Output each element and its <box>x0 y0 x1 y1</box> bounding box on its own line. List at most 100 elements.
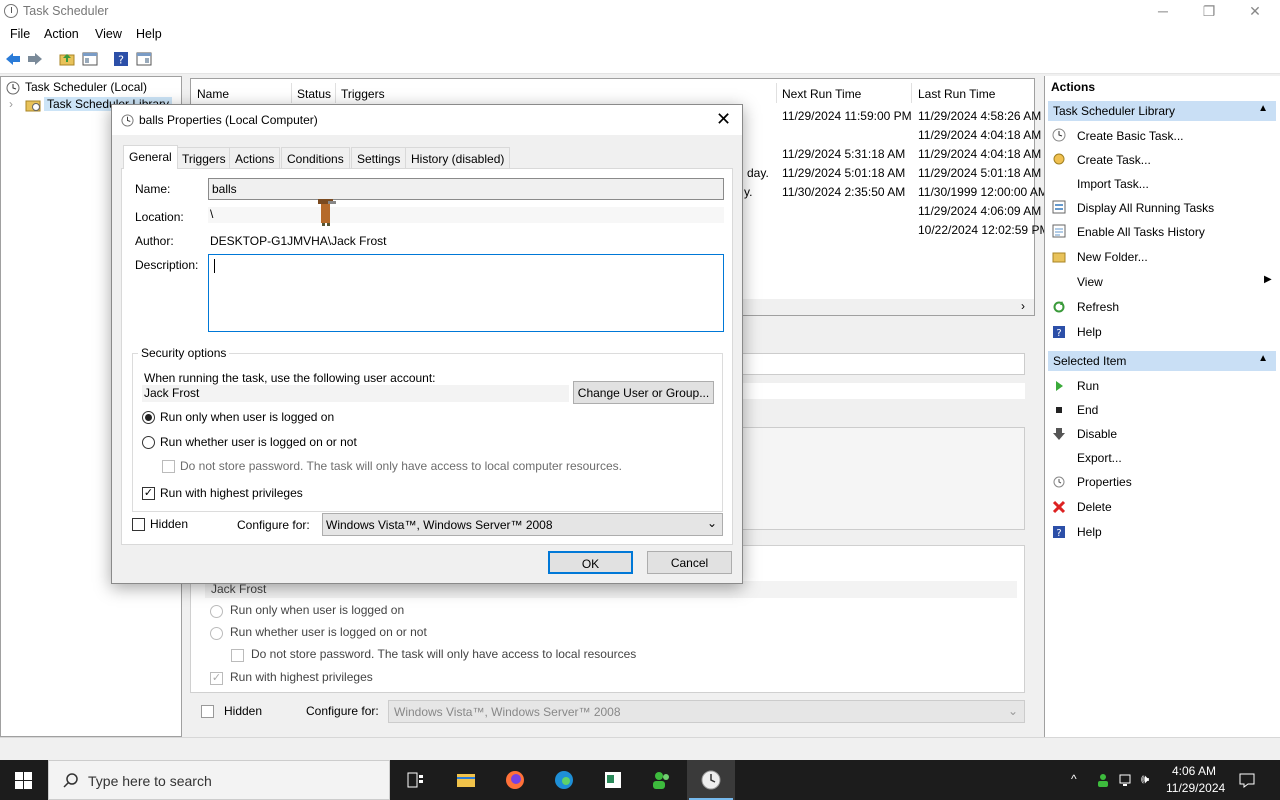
help-icon: ? <box>1053 326 1065 339</box>
selected-item-header[interactable]: Selected Item ▲ <box>1048 351 1276 371</box>
task-view-icon[interactable] <box>407 772 425 788</box>
firefox-icon <box>506 771 524 789</box>
bg-radio-whether <box>210 627 223 640</box>
configure-select[interactable]: Windows Vista™, Windows Server™ 2008 ⌄ <box>322 513 723 536</box>
menu-file[interactable]: File <box>10 27 30 41</box>
action-run[interactable]: Run <box>1077 379 1099 393</box>
radio-whether[interactable] <box>142 436 155 449</box>
properties-icon <box>1053 476 1065 488</box>
edge-app[interactable] <box>540 760 588 800</box>
row1-next: 11/29/2024 11:59:00 PM <box>782 109 912 123</box>
tab-history[interactable]: History (disabled) <box>405 147 511 168</box>
dialog-close-button[interactable]: ✕ <box>716 109 731 129</box>
tree-root-label[interactable]: Task Scheduler (Local) <box>25 80 147 94</box>
action-properties[interactable]: Properties <box>1077 475 1132 489</box>
configure-label: Configure for: <box>237 518 310 532</box>
menu-action[interactable]: Action <box>44 27 79 41</box>
forward-arrow-icon[interactable] <box>27 51 43 67</box>
tab-settings[interactable]: Settings <box>351 147 407 168</box>
bg-account: Jack Frost <box>211 582 267 596</box>
show-hide-console-tree-icon[interactable] <box>82 51 98 67</box>
close-button[interactable]: ✕ <box>1232 0 1278 24</box>
action-help-selected[interactable]: Help <box>1077 525 1102 539</box>
volume-icon[interactable]: 🕪 <box>1141 771 1149 787</box>
show-hidden-icons-chevron-icon[interactable]: ^ <box>1071 772 1077 786</box>
taskbar-search[interactable]: Type here to search <box>48 760 390 800</box>
cancel-button[interactable]: Cancel <box>647 551 732 574</box>
column-last-run[interactable]: Last Run Time <box>918 87 995 101</box>
svg-text:?: ? <box>1056 528 1061 539</box>
column-triggers[interactable]: Triggers <box>341 87 385 101</box>
restore-button[interactable]: ❐ <box>1186 0 1232 24</box>
task-scheduler-app[interactable] <box>687 760 735 800</box>
file-explorer-app[interactable] <box>442 760 490 800</box>
bg-hidden-label: Hidden <box>224 704 263 718</box>
bg-configure-select: Windows Vista™, Windows Server™ 2008 ⌄ <box>388 700 1025 723</box>
show-hide-action-pane-icon[interactable] <box>136 51 152 67</box>
radio-logged-on-label[interactable]: Run only when user is logged on <box>160 410 334 424</box>
action-help[interactable]: Help <box>1077 325 1102 339</box>
action-disable[interactable]: Disable <box>1077 427 1117 441</box>
window-app-icon <box>605 772 621 788</box>
clock-icon <box>6 81 20 95</box>
action-display-running[interactable]: Display All Running Tasks <box>1077 201 1214 215</box>
actions-title: Actions <box>1051 80 1096 94</box>
expand-chevron-icon[interactable]: › <box>9 97 13 111</box>
scroll-right-icon[interactable]: › <box>1021 299 1025 313</box>
notepad-app[interactable] <box>589 760 637 800</box>
action-view[interactable]: View <box>1077 275 1103 289</box>
description-textarea[interactable] <box>208 254 724 332</box>
action-delete[interactable]: Delete <box>1077 500 1112 514</box>
action-create-task[interactable]: Create Task... <box>1077 153 1151 167</box>
radio-whether-label[interactable]: Run whether user is logged on or not <box>160 435 357 449</box>
ok-button[interactable]: OK <box>548 551 633 574</box>
enable-history-icon <box>1052 224 1066 238</box>
action-end[interactable]: End <box>1077 403 1098 417</box>
clock-time[interactable]: 4:06 AM <box>1172 764 1216 778</box>
row6-last: 11/29/2024 4:06:09 AM <box>918 204 1042 218</box>
tab-actions[interactable]: Actions <box>229 147 281 168</box>
notification-icon[interactable] <box>1239 772 1255 788</box>
menu-help[interactable]: Help <box>136 27 162 41</box>
tab-triggers[interactable]: Triggers <box>176 147 232 168</box>
back-arrow-icon[interactable] <box>5 51 21 67</box>
action-export[interactable]: Export... <box>1077 451 1122 465</box>
tab-conditions[interactable]: Conditions <box>281 147 350 168</box>
action-refresh[interactable]: Refresh <box>1077 300 1119 314</box>
column-name[interactable]: Name <box>197 87 229 101</box>
account-value: Jack Frost <box>144 386 200 400</box>
menu-view[interactable]: View <box>95 27 122 41</box>
clock-date[interactable]: 11/29/2024 <box>1166 781 1225 795</box>
highest-privileges-label[interactable]: Run with highest privileges <box>160 486 303 500</box>
column-status[interactable]: Status <box>297 87 331 101</box>
bg-radio-logged-on <box>210 605 223 618</box>
action-enable-history[interactable]: Enable All Tasks History <box>1077 225 1205 239</box>
library-section-header[interactable]: Task Scheduler Library ▲ <box>1048 101 1276 121</box>
windows-start-icon[interactable] <box>15 772 32 789</box>
author-value: DESKTOP-G1JMVHA\Jack Frost <box>210 234 387 248</box>
up-folder-icon[interactable] <box>59 51 75 67</box>
name-field[interactable]: balls <box>208 178 724 200</box>
tab-general[interactable]: General <box>123 145 178 169</box>
bg-nostore-check <box>231 649 244 662</box>
delete-icon <box>1052 500 1066 514</box>
column-next-run[interactable]: Next Run Time <box>782 87 861 101</box>
users-app[interactable] <box>638 760 686 800</box>
hidden-label[interactable]: Hidden <box>150 517 188 531</box>
change-user-button[interactable]: Change User or Group... <box>573 381 714 404</box>
network-icon[interactable] <box>1118 772 1134 788</box>
hidden-checkbox[interactable] <box>132 518 145 531</box>
radio-logged-on[interactable] <box>142 411 155 424</box>
location-label: Location: <box>135 210 184 224</box>
action-new-folder[interactable]: New Folder... <box>1077 250 1148 264</box>
row2-last: 11/29/2024 4:04:18 AM <box>918 128 1042 142</box>
minimize-button[interactable]: ─ <box>1140 0 1186 24</box>
row5-next: 11/30/2024 2:35:50 AM <box>782 185 906 199</box>
action-import-task[interactable]: Import Task... <box>1077 177 1149 191</box>
action-create-basic-task[interactable]: Create Basic Task... <box>1077 129 1184 143</box>
highest-privileges-checkbox[interactable]: ✓ <box>142 487 155 500</box>
firefox-app[interactable] <box>491 760 539 800</box>
help-icon[interactable]: ? <box>113 51 129 67</box>
people-tray-icon[interactable] <box>1095 772 1111 788</box>
location-field <box>208 207 724 223</box>
